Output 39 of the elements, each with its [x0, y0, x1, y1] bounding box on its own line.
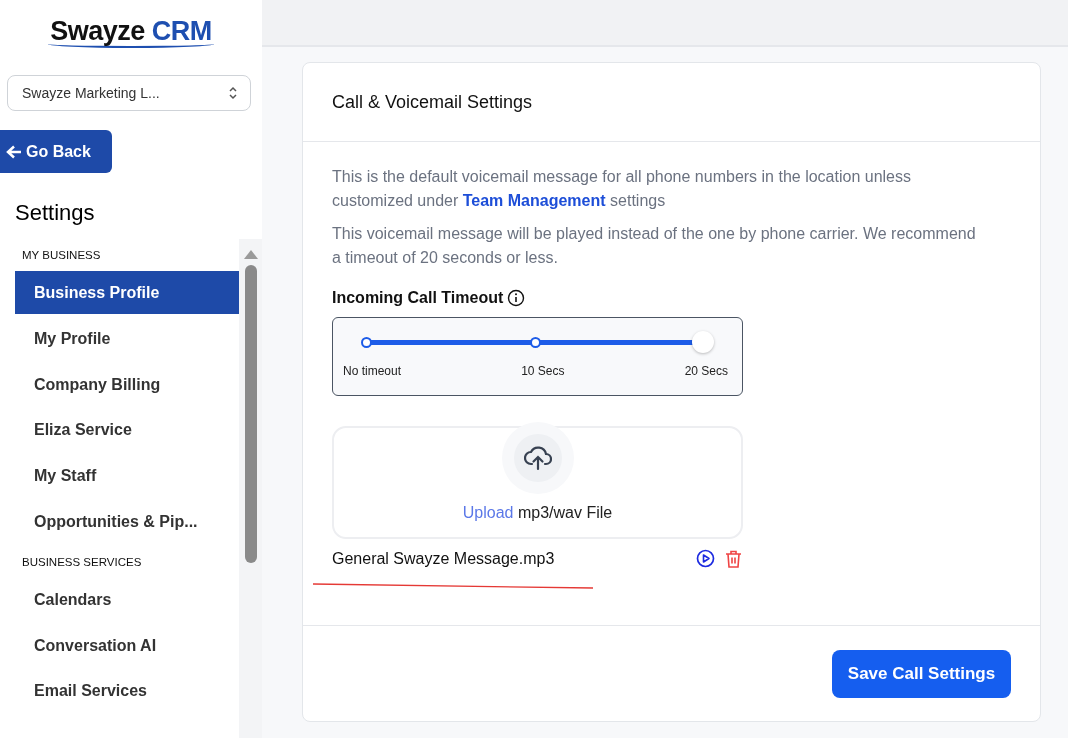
- sidebar-item[interactable]: Conversation AI: [15, 623, 239, 667]
- scroll-up-icon: [243, 249, 258, 259]
- scrollbar-thumb[interactable]: [244, 265, 257, 563]
- sidebar-item[interactable]: Calendars: [15, 577, 239, 621]
- account-select[interactable]: Swayze Marketing L...: [7, 75, 251, 111]
- team-management-link[interactable]: Team Management: [462, 192, 606, 209]
- logo: Swayze CRM: [48, 16, 214, 48]
- chevron-up-down-icon: [228, 85, 238, 101]
- settings-heading: Settings: [15, 200, 96, 226]
- sidebar-item[interactable]: Business Profile: [15, 271, 239, 314]
- slider-stop[interactable]: [361, 337, 372, 348]
- section-heading: BUSINESS SERVICES: [21, 554, 143, 570]
- go-back-button[interactable]: Go Back: [0, 130, 112, 173]
- info-icon[interactable]: [507, 289, 526, 307]
- upload-text: Upload mp3/wav File: [462, 504, 613, 522]
- slider-stop-label: 20 Secs: [684, 364, 728, 378]
- card-title: Call & Voicemail Settings: [303, 63, 1040, 142]
- slider-stop-label: No timeout: [343, 364, 402, 378]
- sidebar-item[interactable]: Email Services: [15, 669, 239, 713]
- sidebar-item[interactable]: My Staff: [15, 454, 239, 498]
- timeout-label: Incoming Call Timeout: [332, 289, 504, 307]
- slider-stop-label: 10 Secs: [521, 364, 565, 378]
- section-heading: MY BUSINESS: [21, 248, 102, 263]
- slider-thumb[interactable]: [692, 331, 714, 353]
- scrollbar[interactable]: [239, 239, 262, 738]
- sidebar-item[interactable]: Eliza Service: [15, 408, 239, 452]
- slider-stop[interactable]: [529, 337, 541, 348]
- upload-dropzone[interactable]: Upload mp3/wav File: [332, 426, 743, 539]
- cloud-upload-icon: [523, 445, 552, 471]
- sidebar-item[interactable]: Opportunities & Pip...: [15, 500, 239, 543]
- trash-icon[interactable]: [725, 549, 742, 568]
- play-icon[interactable]: [696, 549, 715, 568]
- recommendation-text: This voicemail message will be played instead of the one by phone carrier. We recommend a timeout of 20 seconds or less.: [332, 224, 977, 268]
- arrow-left-icon: [6, 144, 22, 159]
- save-call-settings-button[interactable]: Save Call Settings: [832, 650, 1011, 698]
- sidebar-item[interactable]: My Profile: [15, 316, 239, 360]
- sidebar-item[interactable]: Company Billing: [15, 362, 239, 406]
- file-name: General Swayze Message.mp3: [332, 549, 556, 568]
- intro-text: This is the default voicemail message for all phone numbers in the location unless customized under Team Management settings: [332, 167, 912, 211]
